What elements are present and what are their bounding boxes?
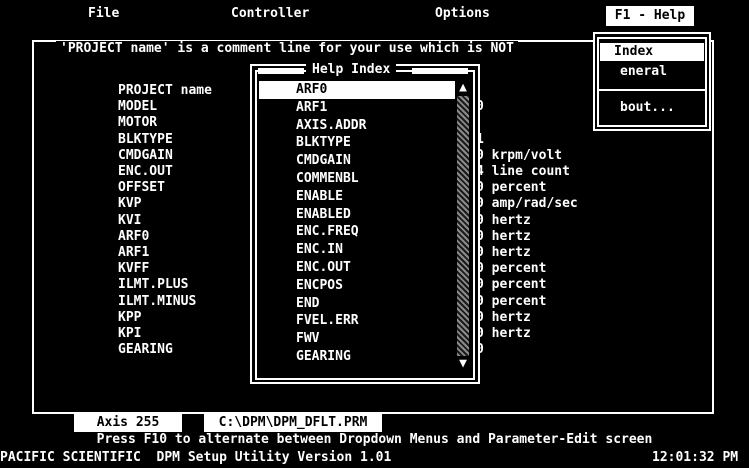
help-menu-separator: [599, 89, 705, 91]
parameter-name[interactable]: ILMT.PLUS: [118, 277, 188, 293]
hint-line: Press F10 to alternate between Dropdown …: [96, 432, 653, 447]
menu-controller[interactable]: Controller: [231, 6, 309, 22]
parameter-name[interactable]: PROJECT name: [118, 83, 212, 99]
menu-bar: File Controller Options F1 - Help: [0, 0, 749, 28]
help-menu-index[interactable]: Index: [614, 44, 653, 60]
help-index-item[interactable]: ENABLED: [296, 207, 351, 223]
parameter-name[interactable]: OFFSET: [118, 180, 165, 196]
menu-file[interactable]: File: [88, 6, 119, 22]
parameter-value[interactable]: 0 hertz: [476, 213, 531, 229]
parameter-name[interactable]: MODEL: [118, 99, 157, 115]
clock: 12:01:32 PM: [652, 450, 739, 465]
help-index-item[interactable]: ENC.OUT: [296, 260, 351, 276]
axis-indicator: Axis 255: [74, 414, 182, 432]
help-index-item[interactable]: FVEL.ERR: [296, 313, 359, 329]
help-menu-about[interactable]: bout...: [620, 100, 675, 116]
title-bar-left: [258, 68, 304, 74]
parameter-name[interactable]: KVP: [118, 196, 141, 212]
parameter-value[interactable]: 0 hertz: [476, 229, 531, 245]
file-path: C:\DPM\DPM_DFLT.PRM: [204, 414, 382, 432]
help-menu-general[interactable]: eneral: [620, 64, 667, 80]
parameter-name[interactable]: MOTOR: [118, 115, 157, 131]
parameter-name[interactable]: ARF0: [118, 229, 149, 245]
parameter-value[interactable]: 0 krpm/volt: [476, 148, 562, 164]
scroll-down-arrow-icon[interactable]: ▼: [455, 356, 471, 372]
parameter-value[interactable]: 0 percent: [476, 277, 546, 293]
parameter-value[interactable]: 4 line count: [476, 164, 570, 180]
selection-bar: [259, 81, 455, 99]
parameter-value[interactable]: 0 percent: [476, 180, 546, 196]
help-index-border: [255, 70, 475, 380]
help-index-item[interactable]: ARF1: [296, 100, 327, 116]
help-index-item[interactable]: ENC.FREQ: [296, 224, 359, 240]
parameter-value[interactable]: 0 hertz: [476, 326, 531, 342]
help-index-item[interactable]: AXIS.ADDR: [296, 118, 366, 134]
parameter-name[interactable]: KVI: [118, 213, 141, 229]
parameter-name[interactable]: ILMT.MINUS: [118, 294, 196, 310]
title-bar-right: [412, 68, 468, 74]
help-index-item[interactable]: CMDGAIN: [296, 153, 351, 169]
parameter-value[interactable]: 0 hertz: [476, 310, 531, 326]
parameter-name[interactable]: ARF1: [118, 245, 149, 261]
parameter-name[interactable]: ENC.OUT: [118, 164, 173, 180]
scrollbar[interactable]: [457, 82, 469, 372]
parameter-value[interactable]: 0 percent: [476, 261, 546, 277]
menu-help[interactable]: F1 - Help: [604, 4, 696, 28]
help-index-item[interactable]: FWV: [296, 331, 319, 347]
help-index-item[interactable]: BLKTYPE: [296, 135, 351, 151]
parameter-name[interactable]: KPP: [118, 310, 141, 326]
help-index-item[interactable]: ENABLE: [296, 189, 343, 205]
menu-options[interactable]: Options: [435, 6, 490, 22]
parameter-name[interactable]: CMDGAIN: [118, 148, 173, 164]
app-title: PACIFIC SCIENTIFIC DPM Setup Utility Ver…: [0, 450, 392, 465]
help-index-title: Help Index: [306, 62, 397, 78]
help-index-item[interactable]: COMMENBL: [296, 171, 359, 187]
footer-bar: PACIFIC SCIENTIFIC DPM Setup Utility Ver…: [0, 448, 749, 468]
parameter-value[interactable]: 0 percent: [476, 294, 546, 310]
scroll-up-arrow-icon[interactable]: ▲: [455, 80, 471, 96]
parameter-name[interactable]: GEARING: [118, 342, 173, 358]
help-index-item[interactable]: END: [296, 296, 319, 312]
parameter-name[interactable]: KVFF: [118, 261, 149, 277]
help-index-item[interactable]: ENC.IN: [296, 242, 343, 258]
help-index-item[interactable]: ARF0: [296, 82, 327, 98]
parameter-value[interactable]: 0 hertz: [476, 245, 531, 261]
help-index-item[interactable]: ENCPOS: [296, 278, 343, 294]
parameter-name[interactable]: KPI: [118, 326, 141, 342]
parameter-value[interactable]: 0 amp/rad/sec: [476, 196, 578, 212]
comment-line: 'PROJECT name' is a comment line for you…: [56, 41, 518, 57]
parameter-name[interactable]: BLKTYPE: [118, 132, 173, 148]
help-index-item[interactable]: GEARING: [296, 349, 351, 365]
